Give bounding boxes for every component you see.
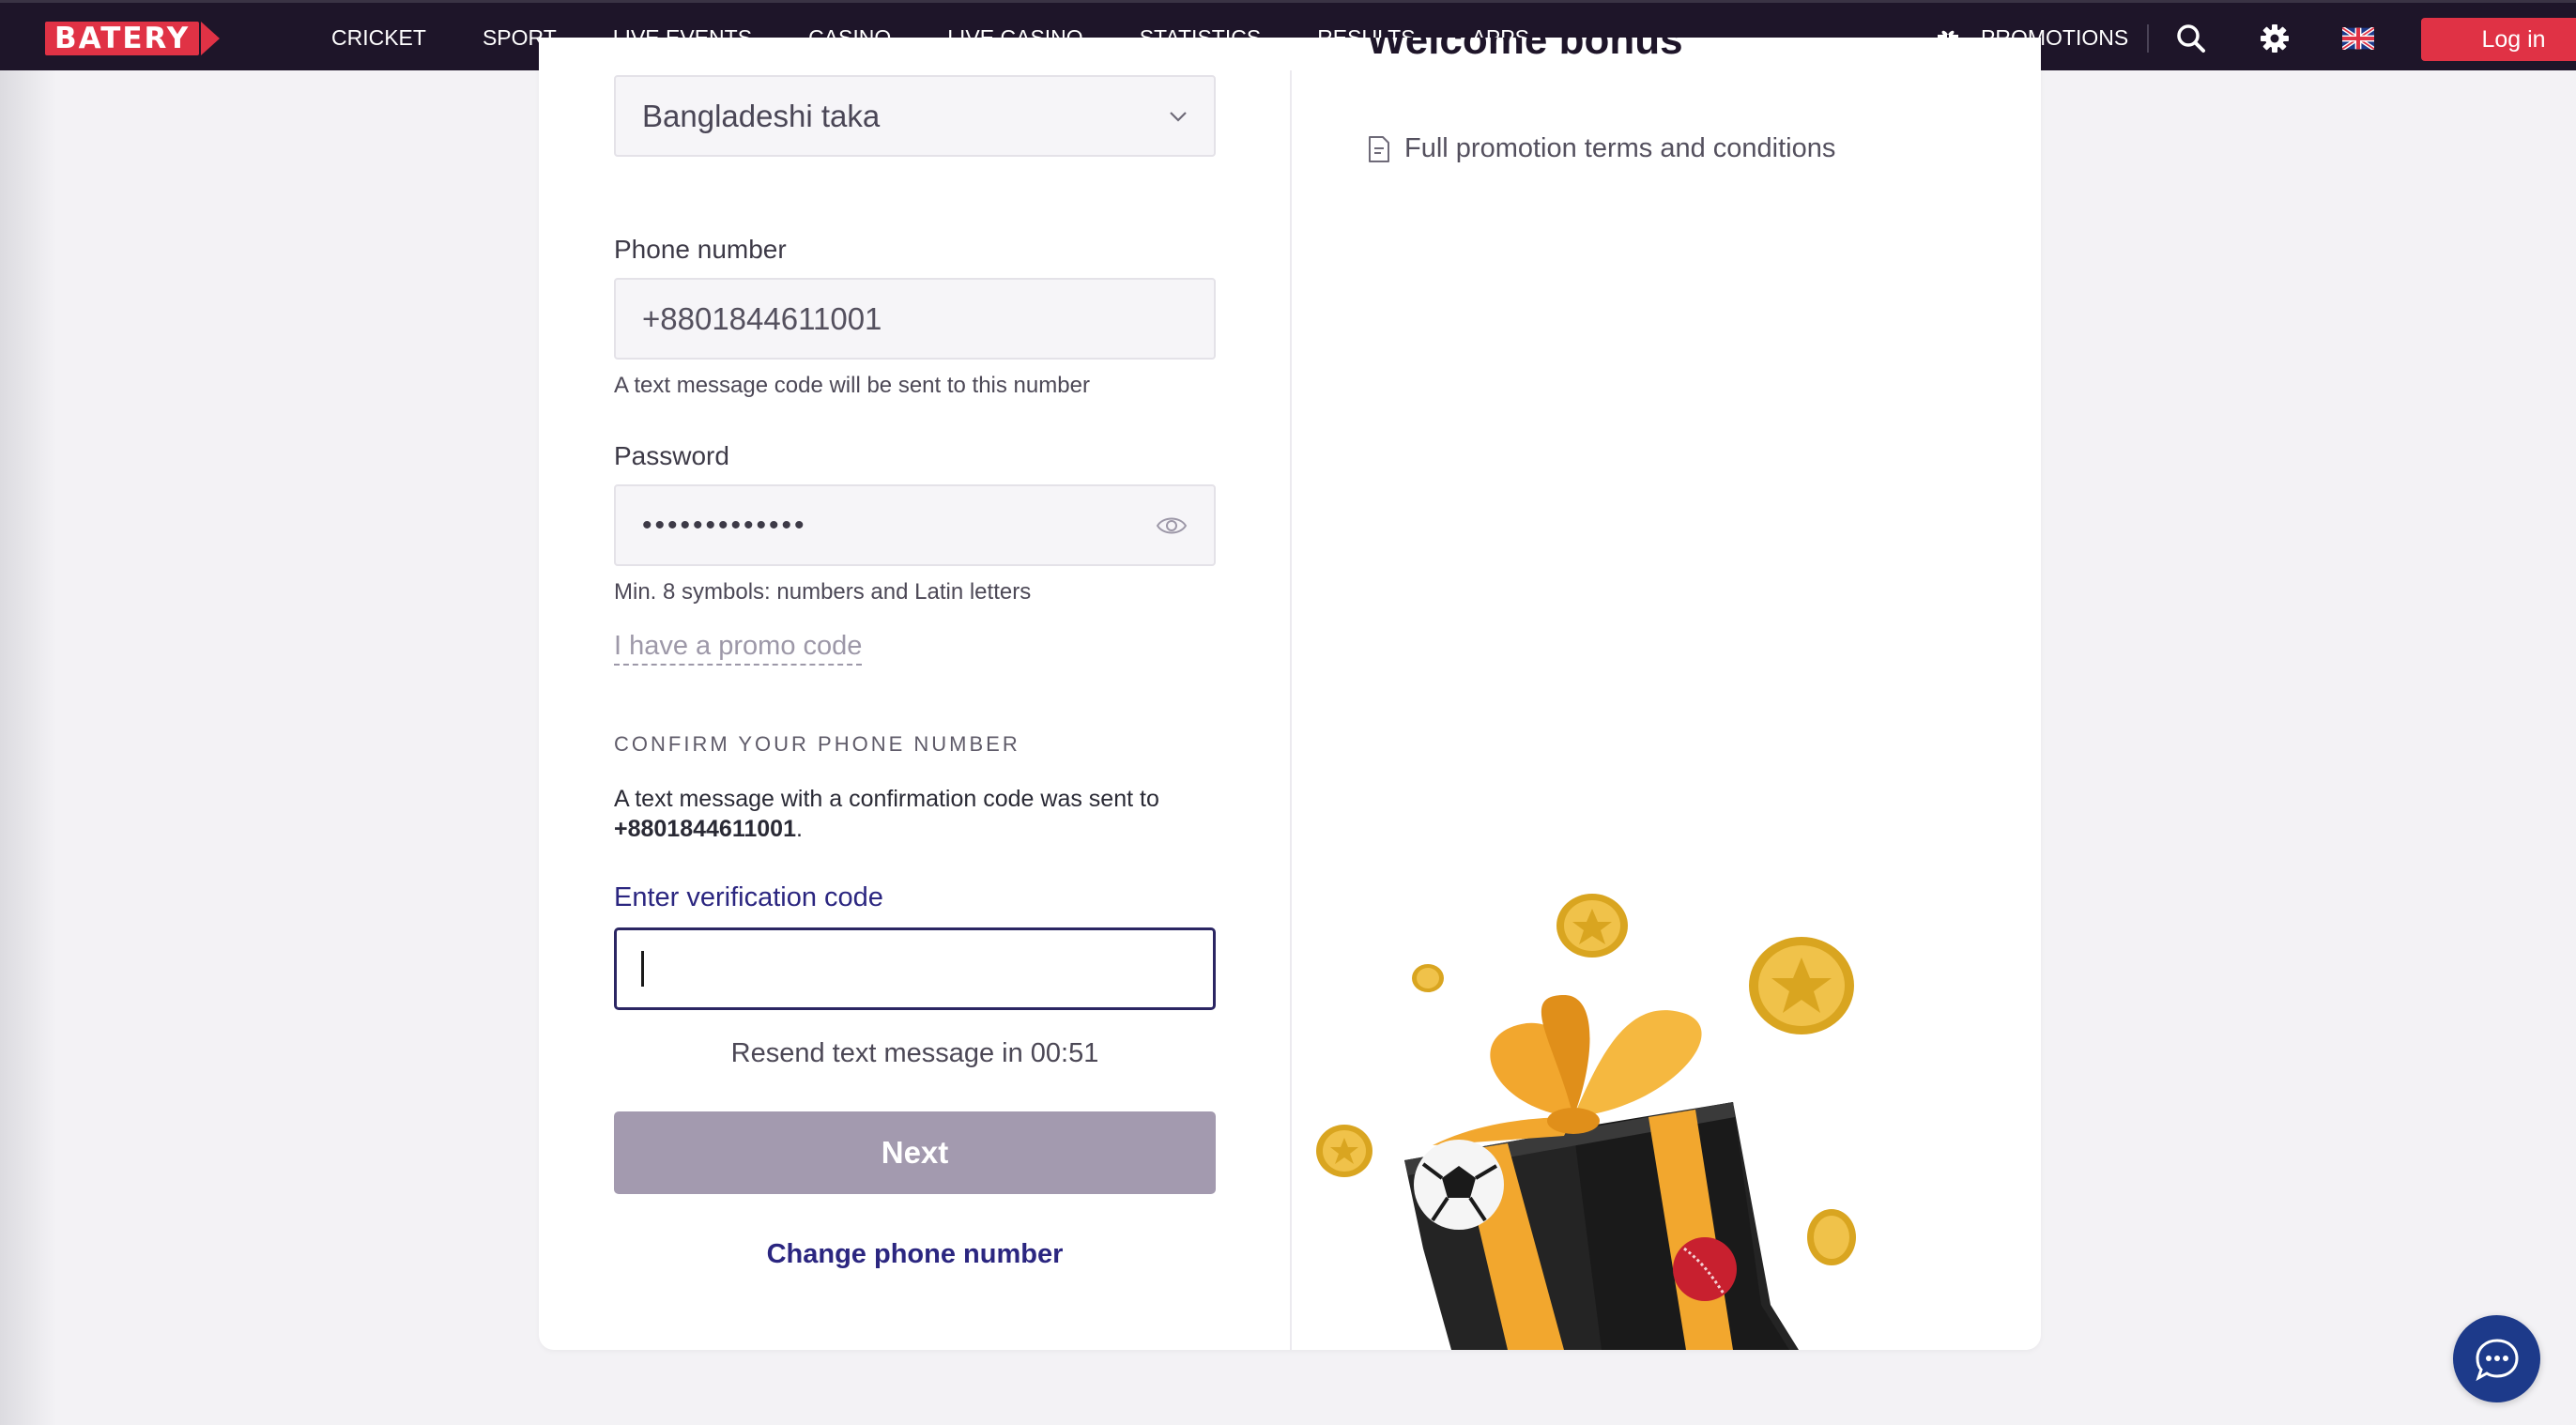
search-icon [2177,24,2205,53]
football-icon [1414,1140,1504,1230]
gear-icon [2261,24,2289,53]
password-label: Password [614,441,729,470]
change-phone-link[interactable]: Change phone number [614,1239,1216,1270]
resend-timer: Resend text message in 00:51 [730,1038,1099,1068]
coin-icon [1807,1209,1856,1265]
search-button[interactable] [2174,22,2208,55]
bonus-panel: Welcome bonus Full promotion terms and c… [1292,38,2041,1350]
nav-cricket[interactable]: CRICKET [331,25,426,51]
registration-card: Bangladeshi taka Phone number +880184461… [539,38,2041,1350]
phone-label: Phone number [614,235,787,264]
nav-divider [2147,24,2149,53]
coin-icon [1556,894,1628,958]
coin-icon [1749,937,1854,1034]
terms-label: Full promotion terms and conditions [1404,133,1836,163]
uk-flag-icon [2342,27,2374,50]
language-button[interactable] [2341,22,2375,55]
phone-value: +8801844611001 [642,300,882,336]
promo-code-link[interactable]: I have a promo code [614,631,863,666]
confirm-text-before: A text message with a confirmation code … [614,786,1159,812]
next-button[interactable]: Next [614,1111,1216,1194]
document-icon [1369,135,1389,162]
confirm-text-after: . [795,816,803,842]
logo-arrow-icon [201,22,221,55]
coin-icon [1412,964,1444,992]
bonus-title: Welcome bonus [1367,38,1683,63]
confirm-phone-title: CONFIRM YOUR PHONE NUMBER [614,732,1020,756]
eye-icon[interactable] [1156,514,1188,537]
password-input[interactable]: ••••••••••••• [614,484,1216,566]
coin-icon [1316,1125,1372,1177]
cricket-ball-icon [1673,1237,1737,1301]
verification-label: Enter verification code [614,882,883,912]
gift-box-illustration [1316,894,1856,1350]
phone-hint: A text message code will be sent to this… [614,373,1090,398]
promotion-terms-link[interactable]: Full promotion terms and conditions [1367,133,1835,164]
logo-text: BATERY [45,22,200,55]
currency-value: Bangladeshi taka [642,98,881,133]
login-button[interactable]: Log in [2421,18,2576,61]
chat-bubble-icon [2475,1338,2519,1381]
password-hint: Min. 8 symbols: numbers and Latin letter… [614,579,1032,605]
password-value: ••••••••••••• [642,509,807,541]
confirm-phone-text: A text message with a confirmation code … [614,784,1196,844]
settings-button[interactable] [2258,22,2292,55]
batery-logo[interactable]: BATERY [45,22,261,55]
text-caret [641,951,644,987]
page-left-shadow [0,70,56,1425]
chat-button[interactable] [2453,1315,2540,1402]
phone-input[interactable]: +8801844611001 [614,278,1216,360]
confirm-phone-number: +8801844611001 [614,816,796,842]
chevron-down-icon [1170,112,1187,122]
verification-code-input[interactable] [614,927,1216,1010]
currency-select[interactable]: Bangladeshi taka [614,75,1216,157]
